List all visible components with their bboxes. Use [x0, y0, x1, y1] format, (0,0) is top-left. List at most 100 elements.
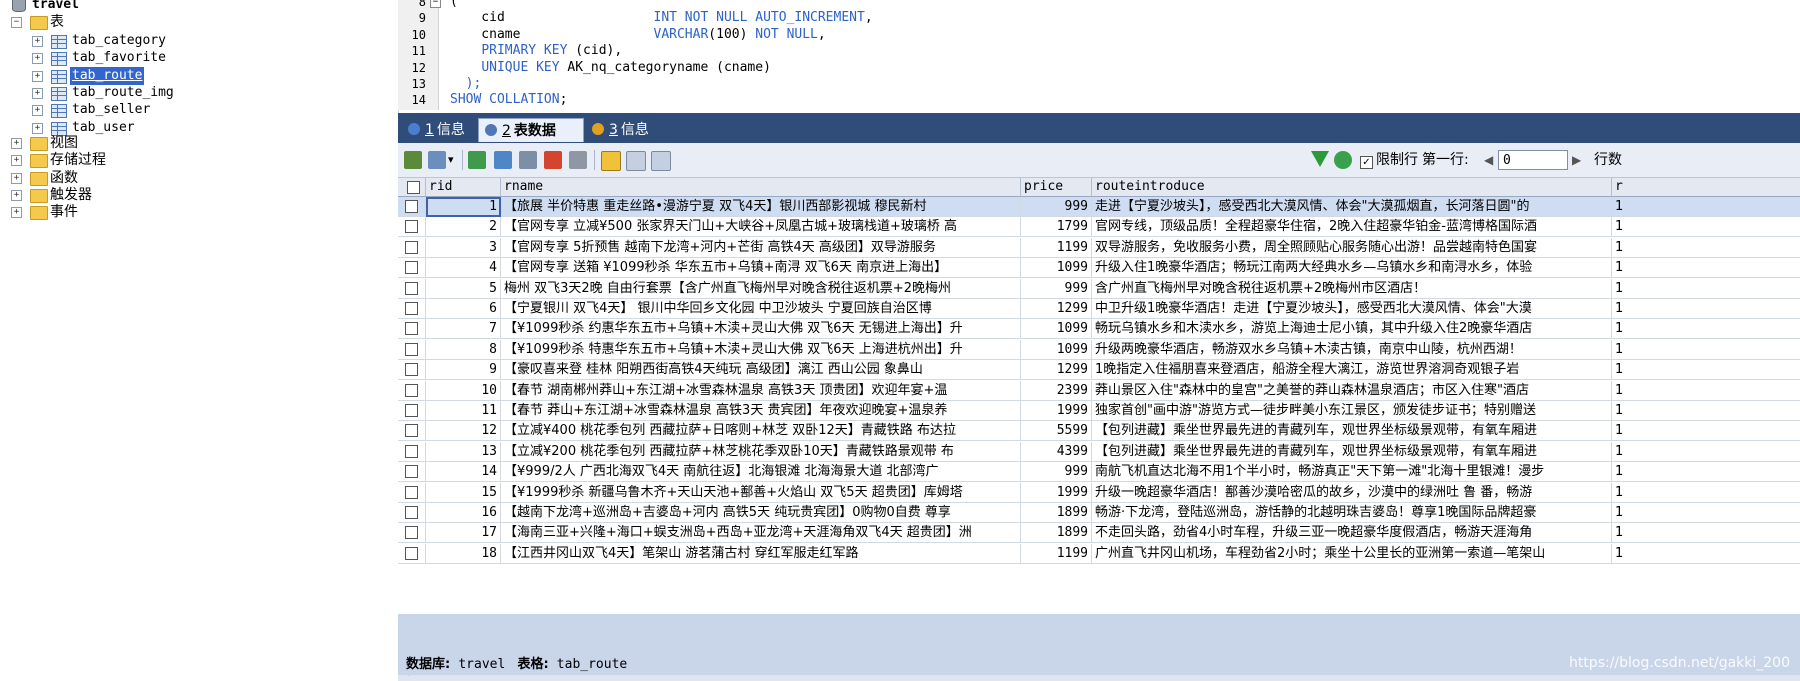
export-dropdown-icon[interactable]: ▾: [448, 151, 454, 169]
cell-rid[interactable]: 18: [426, 543, 501, 564]
row-checkbox[interactable]: [405, 404, 418, 417]
cell-r[interactable]: 1: [1612, 544, 1800, 564]
code-line[interactable]: cname VARCHAR(100) NOT NULL,: [450, 27, 825, 43]
cancel-changes-icon[interactable]: [569, 151, 587, 169]
cell-r[interactable]: 1: [1612, 340, 1800, 360]
expand-toggle-icon[interactable]: +: [11, 189, 22, 201]
row-checkbox-cell[interactable]: [398, 237, 426, 258]
row-checkbox[interactable]: [405, 546, 418, 560]
table-data-grid[interactable]: rid rname price routeintroduce r 1 【旅展 半价特惠 重走…: [398, 178, 1800, 614]
tree-folder-node[interactable]: + 视图: [0, 134, 200, 152]
table-row[interactable]: 8 【¥1099秒杀 特惠华东五市+乌镇+木渎+灵山大佛 双飞6天 上海进杭州出】…: [398, 339, 1800, 360]
row-checkbox-cell[interactable]: [398, 543, 426, 564]
cell-r[interactable]: 1: [1612, 483, 1800, 503]
table-row[interactable]: 17 【海南三亚+兴隆+海口+蜈支洲岛+西岛+亚龙湾+天涯海角双飞4天 超贵团】洲…: [398, 523, 1800, 544]
table-row[interactable]: 15 【¥1999秒杀 新疆乌鲁木齐+天山天池+鄯善+火焰山 双飞5天 超贵团】库…: [398, 482, 1800, 503]
row-checkbox-cell[interactable]: [398, 380, 426, 401]
cell-price[interactable]: 1999: [1021, 482, 1092, 503]
code-line[interactable]: (: [450, 0, 458, 10]
cell-routeintroduce[interactable]: 广州直飞井冈山机场，车程劲省2小时；乘坐十公里长的亚洲第一索道—笔架山: [1092, 543, 1612, 564]
expand-toggle-icon[interactable]: +: [32, 36, 43, 47]
tab-3[interactable]: 3 信息: [586, 118, 676, 142]
text-view-icon[interactable]: [651, 151, 671, 171]
cell-rid[interactable]: 3: [426, 237, 501, 258]
tab-2[interactable]: 2 表数据: [478, 118, 584, 142]
cell-rid[interactable]: 14: [426, 462, 501, 483]
cell-routeintroduce[interactable]: 双导游服务，免收服务小费，周全照顾贴心服务随心出游！品尝越南特色国宴: [1092, 237, 1612, 258]
row-checkbox-cell[interactable]: [398, 217, 426, 238]
column-header-rid[interactable]: rid: [426, 178, 501, 197]
cell-r[interactable]: 1: [1612, 238, 1800, 258]
tree-folder-node[interactable]: + 函数: [0, 169, 200, 187]
table-row[interactable]: 7 【¥1099秒杀 约惠华东五市+乌镇+木渎+灵山大佛 双飞6天 无锡进上海出】…: [398, 319, 1800, 340]
cell-r[interactable]: 1: [1612, 503, 1800, 523]
expand-toggle-icon[interactable]: +: [11, 138, 22, 149]
cell-rid[interactable]: 17: [426, 523, 501, 544]
table-row[interactable]: 9 【豪叹喜来登 桂林 阳朔西街高铁4天纯玩 高级团】漓江 西山公园 象鼻山 129…: [398, 360, 1800, 381]
cell-price[interactable]: 4399: [1021, 441, 1092, 462]
save-icon[interactable]: [519, 151, 537, 169]
row-checkbox-cell[interactable]: [398, 339, 426, 360]
row-checkbox[interactable]: [405, 322, 418, 336]
cell-routeintroduce[interactable]: 走进【宁夏沙坡头】，感受西北大漠风情、体会"大漠孤烟直，长河落日圆"的: [1092, 197, 1612, 217]
select-all-checkbox[interactable]: [406, 181, 420, 194]
cell-price[interactable]: 1899: [1021, 523, 1092, 544]
table-row[interactable]: 1 【旅展 半价特惠 重走丝路•漫游宁夏 双飞4天】银川西部影视城 穆民新村 999…: [398, 197, 1800, 217]
row-checkbox[interactable]: [405, 506, 418, 519]
cell-price[interactable]: 999: [1021, 278, 1092, 299]
cell-r[interactable]: 1: [1612, 217, 1800, 238]
delete-icon[interactable]: [544, 151, 562, 169]
tree-folder-node[interactable]: + 触发器: [0, 186, 200, 204]
cell-price[interactable]: 1099: [1021, 258, 1092, 279]
cell-routeintroduce[interactable]: 【包列进藏】乘坐世界最先进的青藏列车，观世界坐标级景观带，有氧车厢进: [1092, 441, 1612, 462]
select-all-header[interactable]: [398, 178, 426, 197]
cell-routeintroduce[interactable]: 升级一晚超豪华酒店！鄯善沙漠哈密瓜的故乡，沙漠中的绿洲吐 鲁 番，畅游: [1092, 482, 1612, 503]
cell-rname[interactable]: 【春节 莽山+东江湖+冰雪森林温泉 高铁3天 贵宾团】年夜欢迎晚宴+温泉养: [501, 401, 1021, 421]
cell-rname[interactable]: 【立减¥200 桃花季包列 西藏拉萨+林芝桃花季双卧10天】青藏铁路景观带 布: [501, 441, 1021, 462]
cell-routeintroduce[interactable]: 1晚指定入住福朋喜来登酒店，船游全程大漓江，游览世界溶洞奇观银子岩: [1092, 360, 1612, 381]
row-checkbox-cell[interactable]: [398, 278, 426, 299]
tree-table-node[interactable]: + tab_route_img: [0, 84, 200, 102]
cell-price[interactable]: 1199: [1021, 543, 1092, 564]
cell-rid[interactable]: 5: [426, 278, 501, 299]
cell-price[interactable]: 1099: [1021, 339, 1092, 360]
cell-routeintroduce[interactable]: 畅游·下龙湾，登陆巡洲岛，游恬静的北越明珠吉婆岛！尊享1晚国际品牌超豪: [1092, 503, 1612, 523]
row-checkbox[interactable]: [405, 383, 418, 397]
cell-routeintroduce[interactable]: 莽山景区入住"森林中的皇宫"之美誉的莽山森林温泉酒店；市区入住寒"酒店: [1092, 380, 1612, 401]
column-header-rname[interactable]: rname: [501, 178, 1021, 197]
code-line[interactable]: );: [450, 76, 482, 92]
cell-r[interactable]: 1: [1612, 462, 1800, 483]
cell-r[interactable]: 1: [1612, 279, 1800, 299]
expand-toggle-icon[interactable]: +: [11, 207, 22, 219]
cell-r[interactable]: 1: [1612, 258, 1800, 279]
previous-page-icon[interactable]: ◀: [1484, 151, 1493, 169]
code-line[interactable]: cid INT NOT NULL AUTO_INCREMENT,: [450, 10, 872, 26]
code-line[interactable]: PRIMARY KEY (cid),: [450, 43, 622, 59]
row-checkbox[interactable]: [405, 220, 418, 234]
row-checkbox-cell[interactable]: [398, 319, 426, 340]
cell-rname[interactable]: 【官网专享 送箱 ¥1099秒杀 华东五市+乌镇+南浔 双飞6天 南京进上海出】: [501, 258, 1021, 279]
row-checkbox[interactable]: [405, 302, 418, 315]
cell-r[interactable]: 1: [1612, 421, 1800, 442]
expand-toggle-icon[interactable]: +: [11, 155, 22, 167]
cell-rid[interactable]: 12: [426, 421, 501, 442]
fold-toggle-icon[interactable]: −: [430, 0, 441, 8]
row-checkbox[interactable]: [405, 281, 418, 295]
cell-rname[interactable]: 【豪叹喜来登 桂林 阳朔西街高铁4天纯玩 高级团】漓江 西山公园 象鼻山: [501, 360, 1021, 381]
tab-1[interactable]: 1 信息: [402, 118, 482, 142]
tree-table-node[interactable]: + tab_seller: [0, 101, 200, 119]
cell-price[interactable]: 5599: [1021, 421, 1092, 442]
refresh-icon[interactable]: [1334, 151, 1352, 169]
row-checkbox[interactable]: [405, 363, 418, 377]
cell-rid[interactable]: 8: [426, 339, 501, 360]
export-icon[interactable]: [428, 151, 446, 169]
cell-routeintroduce[interactable]: 不走回头路，劲省4小时车程，升级三亚一晚超豪华度假酒店，畅游天涯海角: [1092, 523, 1612, 544]
cell-rname[interactable]: 【立减¥400 桃花季包列 西藏拉萨+日喀则+林芝 双卧12天】青藏铁路 布达拉: [501, 421, 1021, 442]
row-checkbox-cell[interactable]: [398, 299, 426, 319]
cell-r[interactable]: 1: [1612, 523, 1800, 544]
cell-rname[interactable]: 【官网专享 立减¥500 张家界天门山+大峡谷+凤凰古城+玻璃栈道+玻璃桥 高: [501, 217, 1021, 238]
table-row[interactable]: 14 【¥999/2人 广西北海双飞4天 南航往返】北海银滩 北海海景大道 北部湾…: [398, 462, 1800, 483]
row-checkbox[interactable]: [405, 342, 418, 356]
row-checkbox-cell[interactable]: [398, 441, 426, 462]
row-checkbox-cell[interactable]: [398, 482, 426, 503]
